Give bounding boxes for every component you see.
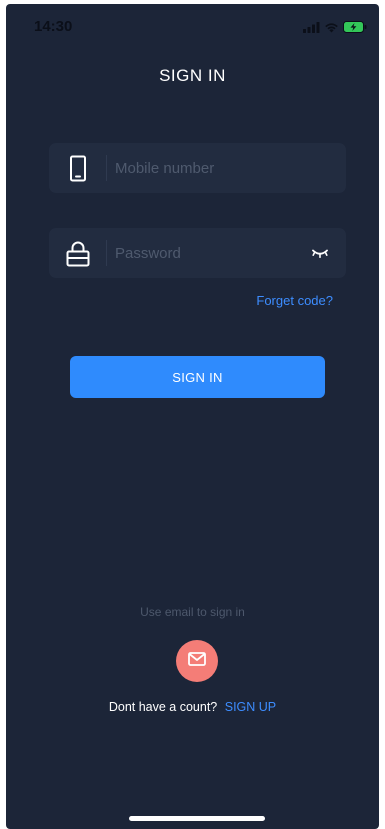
status-time: 14:30 <box>34 18 73 35</box>
password-field[interactable] <box>49 228 346 278</box>
sign-up-link[interactable]: SIGN UP <box>225 700 276 714</box>
email-signin-button[interactable] <box>176 640 218 682</box>
signup-row: Dont have a count? SIGN UP <box>6 700 379 714</box>
mail-icon <box>188 651 206 671</box>
mobile-input[interactable] <box>115 143 315 193</box>
password-input[interactable] <box>115 228 315 278</box>
field-divider <box>106 240 107 266</box>
cellular-signal-icon <box>303 20 320 38</box>
phone-icon <box>63 153 93 183</box>
home-indicator[interactable] <box>129 816 265 821</box>
mobile-field[interactable] <box>49 143 346 193</box>
signup-prompt: Dont have a count? <box>108 700 218 714</box>
wifi-icon <box>324 20 339 38</box>
email-signin-hint: Use email to sign in <box>140 605 245 619</box>
app-screen: 14:30 SIGN IN Mobile number Forget code?… <box>6 4 379 829</box>
eye-closed-icon[interactable] <box>310 243 330 263</box>
page-title: SIGN IN <box>159 66 226 85</box>
status-bar: 14:30 <box>6 4 379 50</box>
battery-charging-icon <box>343 20 367 38</box>
forget-code-link[interactable]: Forget code? <box>256 293 333 308</box>
field-divider <box>106 155 107 181</box>
lock-icon <box>63 238 93 268</box>
status-icons <box>303 20 367 38</box>
sign-in-button[interactable]: SIGN IN <box>70 356 325 398</box>
